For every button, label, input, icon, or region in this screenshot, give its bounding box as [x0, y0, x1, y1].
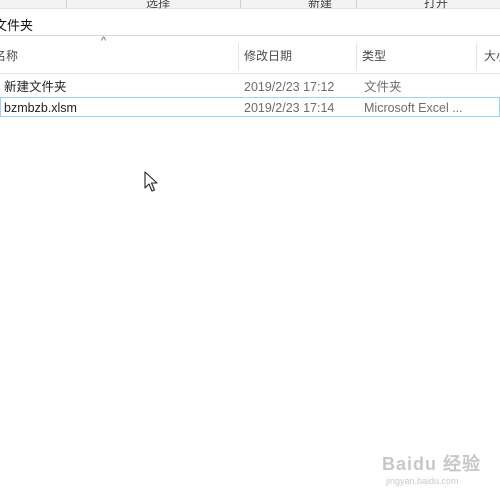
- address-path[interactable]: 文件夹: [0, 15, 33, 34]
- ribbon-new-button[interactable]: 新建: [308, 0, 332, 11]
- mouse-pointer-icon: [144, 171, 158, 192]
- column-header-row: 名称 ^ 修改日期 类型 大小: [0, 35, 500, 74]
- file-name: 新建文件夹: [4, 80, 67, 94]
- baidu-watermark: Baidu 经验 jingyan.baidu.com: [382, 446, 494, 496]
- ribbon-select-button[interactable]: 选择: [146, 0, 170, 11]
- file-type: 文件夹: [364, 80, 402, 94]
- file-name: bzmbzb.xlsm: [4, 101, 77, 115]
- sort-ascending-icon: ^: [101, 35, 107, 47]
- ribbon-divider: [356, 0, 357, 8]
- file-modified: 2019/2/23 17:14: [244, 101, 335, 115]
- column-header-modified[interactable]: 修改日期: [238, 39, 356, 73]
- watermark-logo: Baidu 经验: [382, 454, 482, 474]
- column-header-size[interactable]: 大小: [478, 39, 500, 73]
- ribbon-divider: [240, 0, 241, 8]
- file-modified: 2019/2/23 17:12: [244, 80, 335, 94]
- file-type: Microsoft Excel ...: [364, 101, 463, 115]
- address-bar[interactable]: 文件夹: [0, 11, 500, 36]
- file-row-selected[interactable]: bzmbzb.xlsm 2019/2/23 17:14 Microsoft Ex…: [0, 97, 500, 117]
- watermark-url: jingyan.baidu.com: [386, 476, 459, 486]
- column-header-type[interactable]: 类型: [356, 39, 474, 73]
- ribbon-strip: 选择 新建 打开: [0, 0, 500, 11]
- column-header-name[interactable]: 名称: [0, 39, 240, 73]
- ribbon-open-button[interactable]: 打开: [424, 0, 448, 11]
- column-divider[interactable]: [476, 43, 477, 71]
- ribbon-divider: [66, 0, 67, 8]
- file-row[interactable]: 新建文件夹 2019/2/23 17:12 文件夹: [0, 77, 500, 97]
